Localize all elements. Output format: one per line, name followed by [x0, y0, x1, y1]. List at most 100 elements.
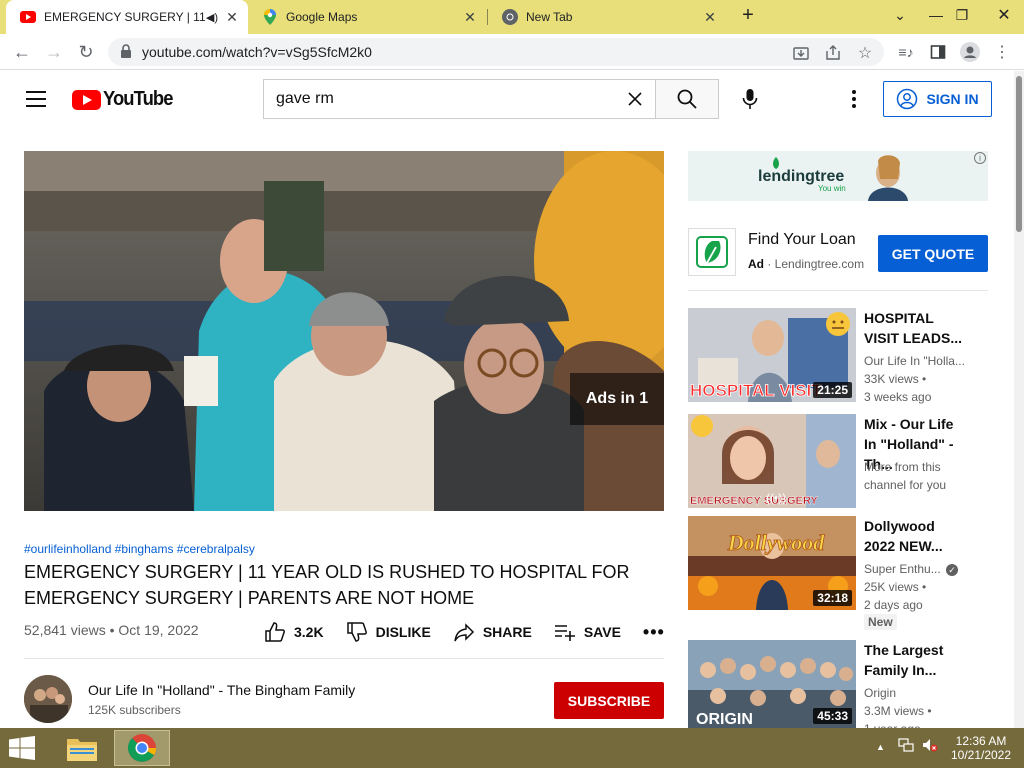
system-clock[interactable]: 12:36 AM 10/21/2022: [950, 734, 1012, 762]
ad-tag: Ad: [748, 257, 764, 271]
channel-avatar[interactable]: [24, 675, 72, 723]
video-thumbnail[interactable]: HOSPITAL VISIT 21:25: [688, 308, 856, 402]
close-tab-icon[interactable]: ✕: [460, 9, 480, 26]
speaker-icon[interactable]: ◀): [206, 11, 218, 24]
search-icon: [677, 89, 697, 109]
ad-info-icon[interactable]: i: [974, 152, 986, 164]
like-count: 3.2K: [294, 624, 324, 640]
tab-new-tab[interactable]: New Tab ✕: [488, 0, 726, 34]
search-bar: [263, 79, 719, 119]
share-button[interactable]: SHARE: [453, 621, 532, 643]
youtube-logo[interactable]: YouTube: [72, 88, 179, 111]
back-icon[interactable]: ←: [10, 40, 34, 64]
voice-search-button[interactable]: [730, 79, 770, 119]
subscriber-count: 125K subscribers: [88, 703, 181, 717]
install-app-icon[interactable]: [792, 44, 810, 62]
settings-more-icon[interactable]: [842, 87, 866, 111]
video-player[interactable]: Ads in 1: [24, 151, 664, 511]
subscribe-button[interactable]: SUBSCRIBE: [554, 682, 664, 719]
video-duration: 32:18: [813, 590, 852, 606]
new-badge: New: [864, 614, 897, 630]
volume-muted-icon[interactable]: [922, 738, 938, 755]
advertiser-logo[interactable]: [688, 228, 736, 276]
channel-name[interactable]: Our Life In "Holland" - The Bingham Fami…: [88, 682, 355, 698]
youtube-header: YouTube SIGN IN: [0, 71, 1024, 127]
file-explorer-icon[interactable]: [54, 730, 110, 766]
video-frame-image: [24, 151, 664, 511]
search-input[interactable]: [263, 79, 655, 119]
windows-start-icon[interactable]: [8, 736, 40, 762]
ad-title[interactable]: Find Your Loan: [748, 231, 856, 249]
new-tab-icon[interactable]: +: [728, 0, 768, 30]
close-tab-icon[interactable]: ✕: [222, 9, 242, 26]
dislike-button[interactable]: DISLIKE: [346, 621, 431, 643]
menu-icon[interactable]: [26, 91, 46, 107]
media-control-icon[interactable]: ≡♪: [894, 40, 918, 64]
more-actions-icon[interactable]: •••: [643, 622, 665, 643]
sign-in-button[interactable]: SIGN IN: [883, 81, 992, 117]
reload-icon[interactable]: ↻: [74, 40, 98, 64]
share-page-icon[interactable]: [824, 44, 842, 62]
side-panel-icon[interactable]: [926, 40, 950, 64]
mix-description: channel for you: [864, 478, 947, 492]
channel-name[interactable]: Super Enthu... ✓: [864, 560, 959, 578]
browser-menu-icon[interactable]: ⋮: [990, 40, 1014, 64]
lock-icon[interactable]: [120, 44, 132, 63]
taskbar: ▲ 12:36 AM 10/21/2022: [0, 728, 1024, 768]
youtube-play-icon: [72, 89, 101, 110]
save-label: SAVE: [583, 624, 621, 640]
like-button[interactable]: 3.2K: [264, 621, 324, 643]
browser-toolbar: ← → ↻ youtube.com/watch?v=vSg5SfcM2k0 ☆ …: [0, 34, 1024, 70]
video-title: EMERGENCY SURGERY | 11 YEAR OLD IS RUSHE…: [24, 562, 630, 608]
playlist-add-icon: [554, 625, 575, 641]
tray-expand-icon[interactable]: ▲: [876, 742, 885, 752]
video-thumbnail[interactable]: Dollywood 32:18: [688, 516, 856, 610]
video-duration: 21:25: [813, 382, 852, 398]
video-title[interactable]: Dollywood 2022 NEW...: [864, 516, 964, 556]
recommended-video[interactable]: ORIGIN 45:33 The Largest Family In... Or…: [688, 640, 988, 728]
hashtags[interactable]: #ourlifeinholland #binghams #cerebralpal…: [24, 542, 255, 556]
get-quote-button[interactable]: GET QUOTE: [878, 235, 988, 272]
network-icon[interactable]: [898, 738, 914, 755]
video-title[interactable]: The Largest Family In...: [864, 640, 964, 680]
search-button[interactable]: [655, 79, 719, 119]
bookmark-star-icon[interactable]: ☆: [856, 44, 874, 62]
browser-tab-strip: EMERGENCY SURGERY | 11 Y ◀) ✕ Google Map…: [0, 0, 1024, 34]
recommended-video[interactable]: Dollywood 32:18 Dollywood 2022 NEW... Su…: [688, 516, 988, 630]
chrome-taskbar-icon[interactable]: [114, 730, 170, 766]
svg-text:HOSPITAL VISIT: HOSPITAL VISIT: [690, 381, 822, 400]
thumbs-up-icon: [265, 622, 285, 642]
scrollbar-thumb[interactable]: [1016, 76, 1022, 232]
channel-name[interactable]: Origin: [864, 684, 896, 702]
close-window-icon[interactable]: ✕: [984, 0, 1024, 30]
ad-banner[interactable]: lendingtree You win: [688, 151, 988, 201]
video-title[interactable]: HOSPITAL VISIT LEADS...: [864, 308, 964, 348]
address-bar[interactable]: youtube.com/watch?v=vSg5SfcM2k0 ☆: [108, 38, 884, 66]
clear-search-icon[interactable]: [625, 89, 645, 109]
youtube-icon: [20, 9, 36, 25]
google-maps-icon: [262, 9, 278, 25]
clock-date: 10/21/2022: [950, 748, 1012, 762]
forward-icon[interactable]: →: [42, 40, 66, 64]
tab-title: New Tab: [526, 10, 573, 24]
svg-text:ORIGIN: ORIGIN: [696, 711, 753, 728]
upload-date: 2 days ago: [864, 598, 923, 612]
profile-icon[interactable]: [958, 40, 982, 64]
recommended-video[interactable]: HOSPITAL VISIT 21:25 HOSPITAL VISIT LEAD…: [688, 308, 988, 404]
share-label: SHARE: [482, 624, 532, 640]
clock-time: 12:36 AM: [955, 734, 1007, 748]
svg-text:lendingtree: lendingtree: [758, 168, 844, 185]
video-thumbnail[interactable]: EMERGENCY SURGERY ((•)): [688, 414, 856, 508]
ad-subline: Ad · Lendingtree.com: [748, 257, 865, 271]
svg-text:Dollywood: Dollywood: [727, 530, 826, 555]
tab-youtube[interactable]: EMERGENCY SURGERY | 11 Y ◀) ✕: [6, 0, 248, 34]
video-thumbnail[interactable]: ORIGIN 45:33: [688, 640, 856, 728]
tab-search-chevron-icon[interactable]: ⌄: [880, 0, 920, 30]
channel-name[interactable]: Our Life In "Holla...: [864, 352, 965, 370]
restore-icon[interactable]: ❐: [942, 0, 982, 30]
recommended-mix[interactable]: EMERGENCY SURGERY ((•)) Mix - Our Life I…: [688, 414, 988, 508]
close-tab-icon[interactable]: ✕: [700, 9, 720, 26]
tab-google-maps[interactable]: Google Maps ✕: [248, 0, 486, 34]
svg-text:You win: You win: [818, 184, 846, 193]
save-button[interactable]: SAVE: [554, 621, 621, 643]
